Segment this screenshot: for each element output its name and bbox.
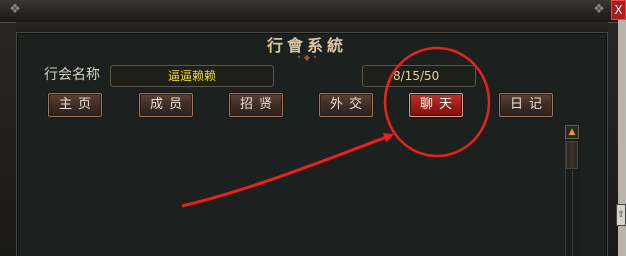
title-ornament-icon: • ◆ • bbox=[296, 53, 318, 62]
tab-diplomacy[interactable]: 外交 bbox=[319, 93, 373, 117]
tab-home[interactable]: 主页 bbox=[48, 93, 102, 117]
tab-recruit[interactable]: 招贤 bbox=[229, 93, 283, 117]
guild-name-label: 行会名称 bbox=[44, 67, 100, 83]
scrollbar-thumb[interactable] bbox=[566, 141, 578, 169]
side-expand-icon[interactable]: ⇧ bbox=[616, 204, 626, 226]
window-top-bar[interactable] bbox=[0, 0, 618, 23]
scrollbar-rail bbox=[572, 170, 573, 256]
guild-member-count: 8/15/50 bbox=[362, 65, 476, 87]
scroll-up-arrow-icon[interactable]: ▲ bbox=[565, 125, 579, 139]
tab-chat[interactable]: 聊天 bbox=[409, 93, 463, 117]
corner-ornament-left-icon: ❖ bbox=[9, 2, 21, 17]
tab-diary[interactable]: 日记 bbox=[499, 93, 553, 117]
corner-ornament-right-icon: ❖ bbox=[593, 2, 605, 17]
guild-name-field: 逼逼赖赖 bbox=[110, 65, 274, 87]
game-window: ❖ ❖ 行會系統 • ◆ • X ⇧ 行会名称 逼逼赖赖 8/15/50 主页 … bbox=[0, 0, 626, 256]
tab-members[interactable]: 成员 bbox=[139, 93, 193, 117]
content-panel bbox=[16, 32, 608, 256]
close-button[interactable]: X bbox=[611, 0, 626, 20]
